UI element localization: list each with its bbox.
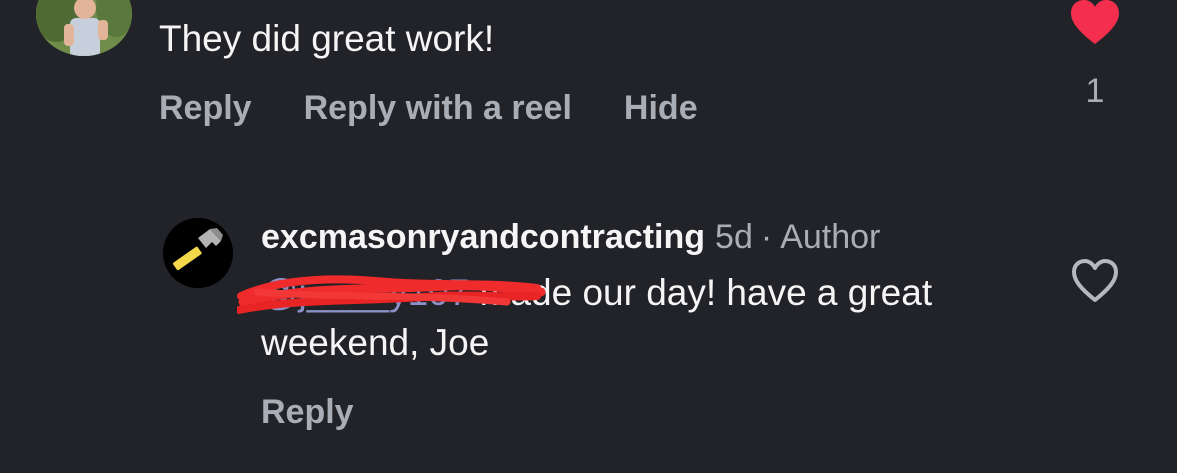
comment-actions: Reply Reply with a reel Hide — [159, 86, 698, 130]
meta-separator: · — [760, 217, 773, 256]
reply-text: @j____y107 made our day! have a great we… — [237, 268, 1021, 368]
comment-meta: excmasonryandcontracting 5d · Author — [261, 214, 880, 260]
reply-button[interactable]: Reply — [261, 393, 354, 432]
brand-avatar[interactable] — [163, 218, 233, 288]
mention-link[interactable]: @j____y107 — [237, 268, 546, 318]
hammer-icon — [163, 218, 233, 288]
like-count: 1 — [1085, 72, 1105, 110]
reply-with-reel-button[interactable]: Reply with a reel — [304, 89, 572, 128]
username-link[interactable]: excmasonryandcontracting — [261, 218, 705, 257]
reply-button[interactable]: Reply — [159, 89, 252, 128]
comment-text: They did great work! — [159, 18, 495, 59]
author-badge: Author — [780, 217, 881, 256]
user-avatar[interactable] — [36, 0, 132, 56]
timestamp: 5d — [715, 217, 753, 256]
heart-outline-icon[interactable] — [1071, 258, 1119, 304]
reply-actions: Reply — [261, 390, 354, 434]
mention-text: @j____y107 — [261, 272, 470, 313]
hide-button[interactable]: Hide — [624, 89, 698, 128]
heart-filled-icon[interactable] — [1070, 0, 1120, 46]
